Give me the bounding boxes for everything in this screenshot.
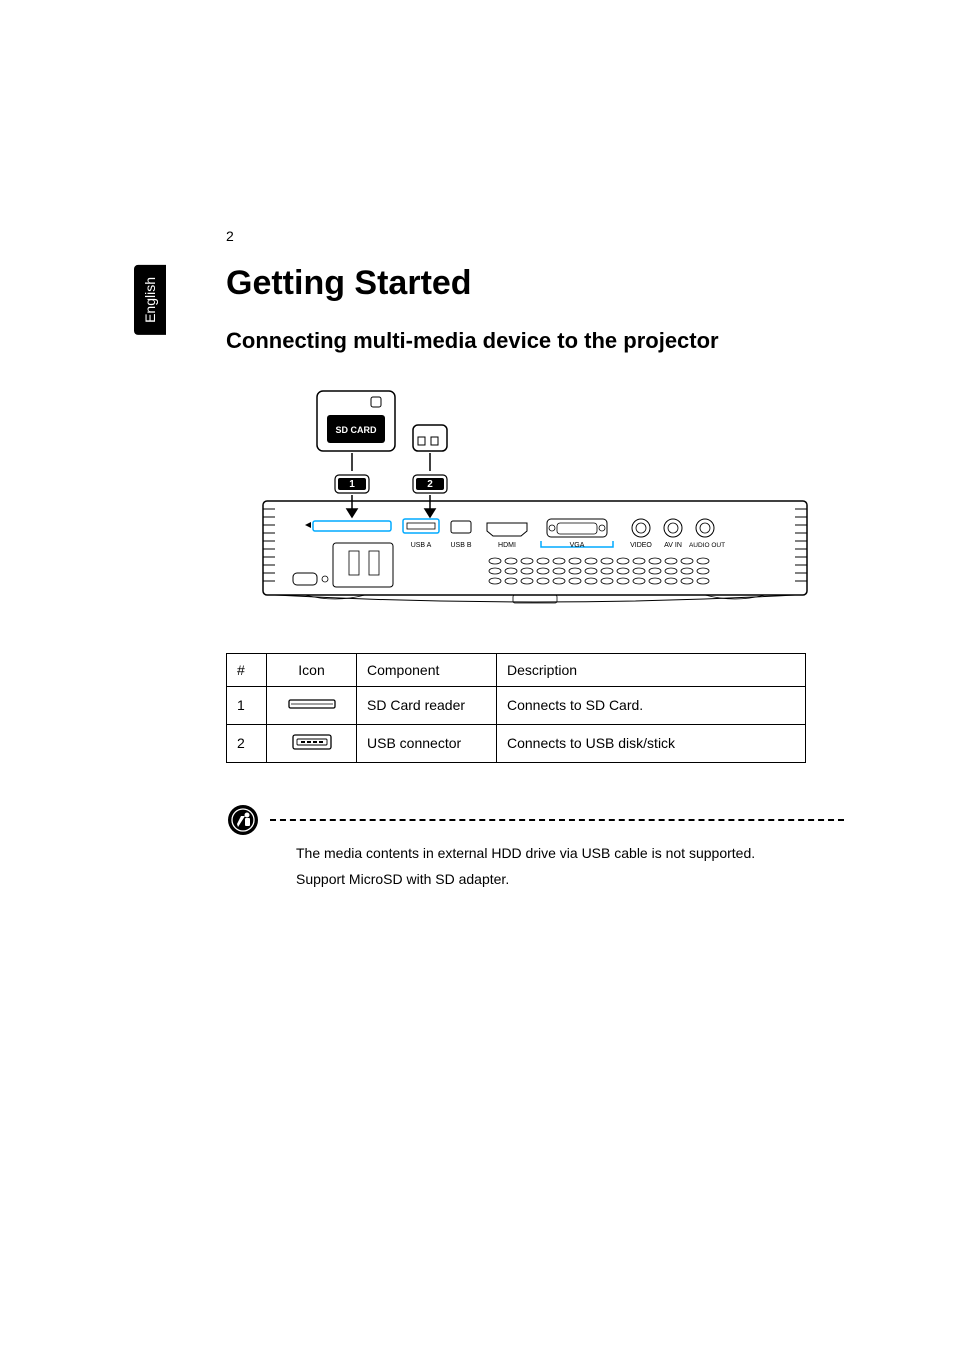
heading-getting-started: Getting Started [226,264,844,303]
cell-description: Connects to USB disk/stick [497,724,806,762]
svg-text:AUDIO OUT: AUDIO OUT [689,542,725,549]
usb-port-icon [287,733,337,751]
svg-text:USB A: USB A [411,542,432,549]
usb-stick-icon [413,425,447,451]
cell-description: Connects to SD Card. [497,686,806,724]
projector-diagram-svg: SD CARD 1 [255,383,815,613]
svg-text:USB B: USB B [450,542,471,549]
cell-number: 1 [227,686,267,724]
page-number: 2 [226,228,844,244]
table-row: 1 SD Card reader Connects to SD Card. [227,686,806,724]
projector-body-icon [263,501,807,603]
sd-card-icon: SD CARD [317,391,395,451]
cell-number: 2 [227,724,267,762]
ports-table: # Icon Component Description 1 [226,653,844,763]
svg-text:2: 2 [427,479,433,490]
svg-text:VGA: VGA [570,542,585,549]
cell-component: SD Card reader [357,686,497,724]
cell-component: USB connector [357,724,497,762]
svg-text:VIDEO: VIDEO [630,542,652,549]
note-header [226,803,844,837]
callout-1: 1 [335,475,369,493]
note-text-2: Support MicroSD with SD adapter. [272,869,844,889]
svg-text:1: 1 [349,479,355,490]
cell-icon [267,724,357,762]
dashed-divider [270,819,844,821]
note-block: The media contents in external HDD drive… [226,803,844,890]
callout-2: 2 [413,475,447,493]
svg-text:HDMI: HDMI [498,542,516,549]
main-content: Getting Started Connecting multi-media d… [226,264,844,889]
note-text-1: The media contents in external HDD drive… [272,843,844,863]
cell-icon [267,686,357,724]
note-icon [226,803,260,837]
heading-connecting: Connecting multi-media device to the pro… [226,327,844,355]
sd-card-label: SD CARD [335,425,377,435]
table-row: 2 USB connector Connects to USB disk/sti… [227,724,806,762]
table-header-row: # Icon Component Description [227,653,806,686]
svg-text:AV IN: AV IN [664,542,682,549]
th-description: Description [497,653,806,686]
sd-slot-icon [287,695,337,713]
th-icon: Icon [267,653,357,686]
projector-ports: USB A USB B HDMI VGA [293,519,725,587]
th-number: # [227,653,267,686]
page-content: 2 Getting Started Connecting multi-media… [0,0,954,949]
connection-diagram: SD CARD 1 [226,383,844,613]
th-component: Component [357,653,497,686]
